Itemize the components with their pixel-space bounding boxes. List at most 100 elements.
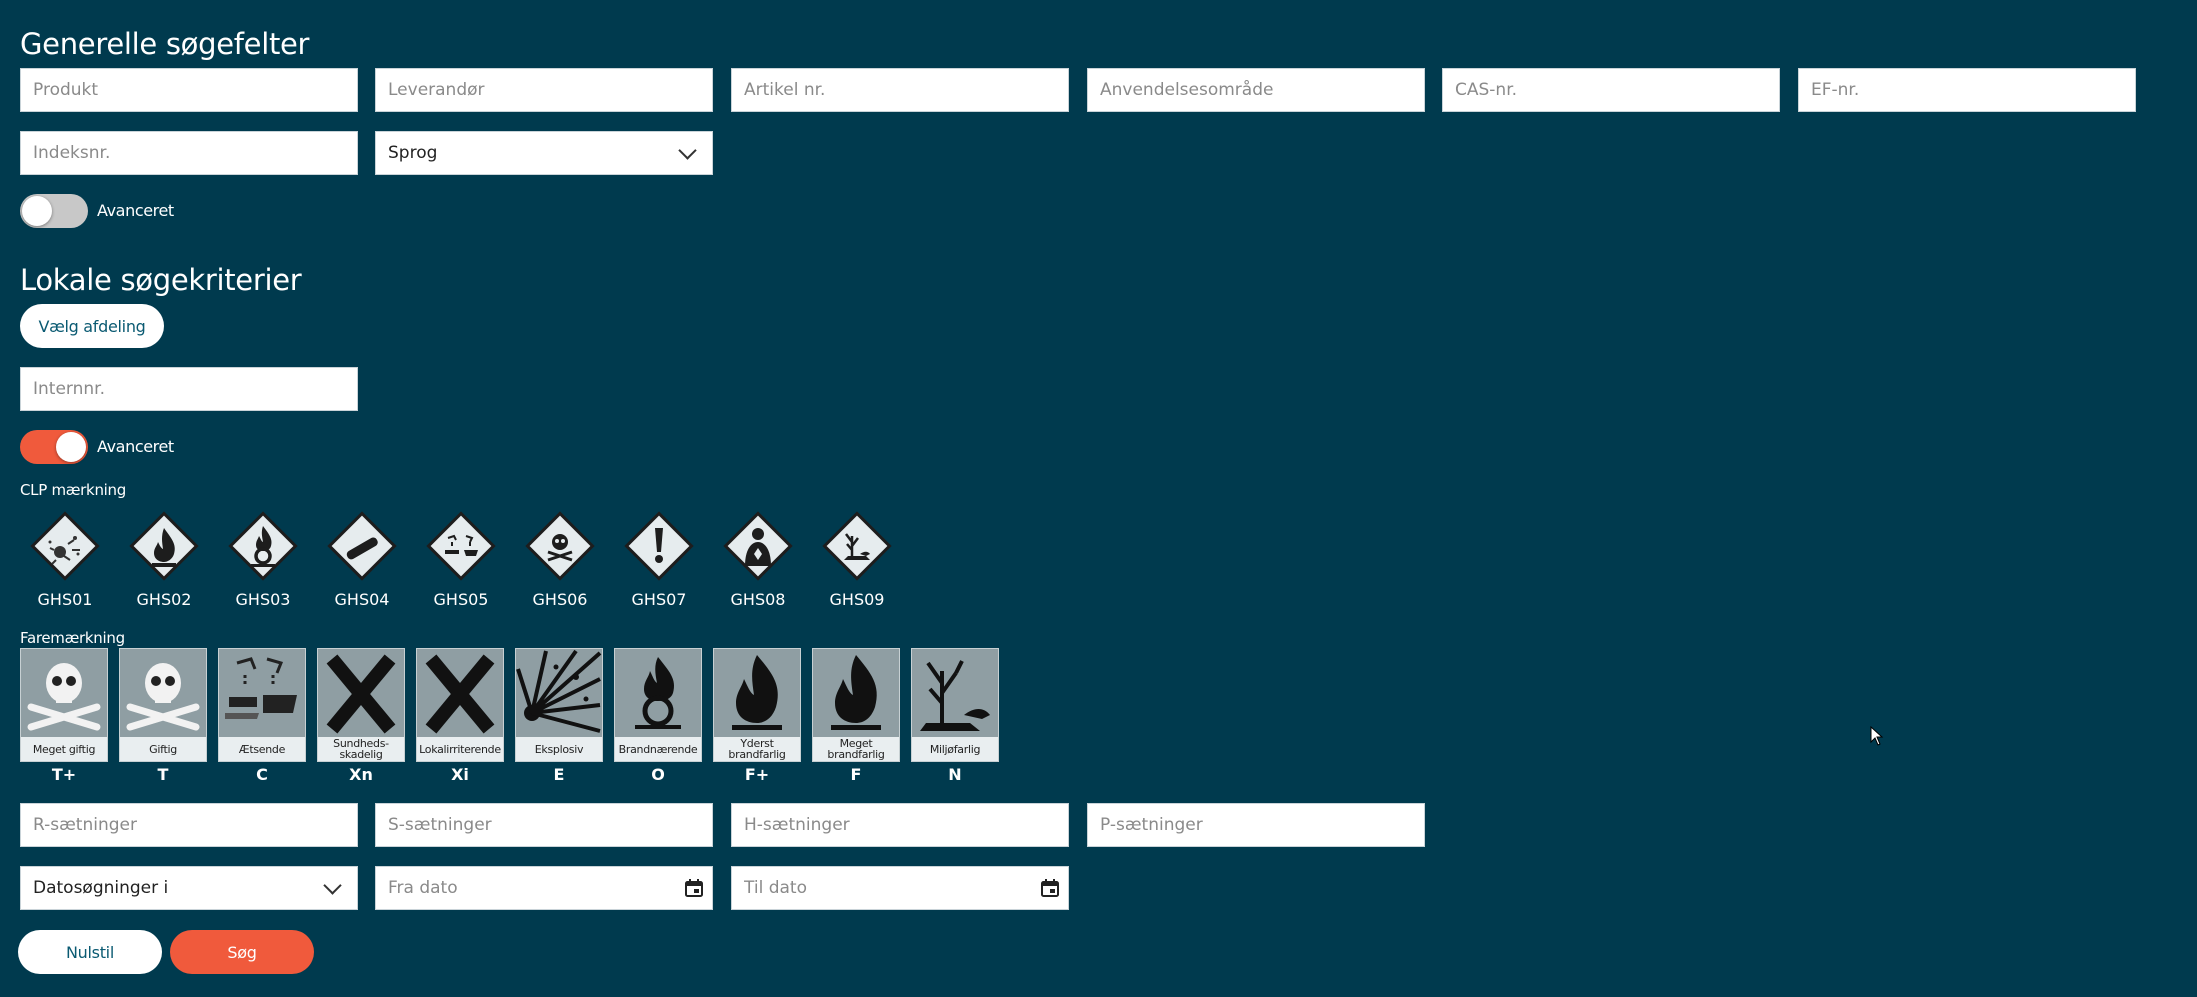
ghs03-pictogram[interactable]: GHS03 — [218, 504, 308, 614]
internal-no-input[interactable] — [21, 368, 357, 410]
r-sentences-input[interactable] — [21, 804, 357, 846]
hazard-symbol-c[interactable]: Ætsende C — [218, 648, 306, 784]
calendar-icon[interactable] — [1040, 878, 1060, 898]
language-select-value: Sprog — [388, 143, 438, 163]
ef-no-field[interactable] — [1798, 68, 2136, 112]
hazard-symbol-t[interactable]: Giftig T — [119, 648, 207, 784]
cas-no-input[interactable] — [1443, 69, 1779, 111]
hazard-code: E — [553, 765, 565, 784]
hazard-label-text: Yderst brandfarlig — [714, 737, 800, 761]
p-sentences-input[interactable] — [1088, 804, 1424, 846]
search-button[interactable]: Søg — [170, 930, 314, 974]
flame-over-circle-icon — [635, 657, 681, 729]
hazard-code: Xn — [349, 765, 373, 784]
flame-over-circle-icon — [228, 511, 298, 581]
from-date-field[interactable] — [375, 866, 713, 910]
usage-area-field[interactable] — [1087, 68, 1425, 112]
ghs04-pictogram[interactable]: GHS04 — [317, 504, 407, 614]
toggle-knob — [56, 432, 86, 462]
ghs-code: GHS08 — [730, 590, 786, 609]
calendar-icon[interactable] — [684, 878, 704, 898]
supplier-input[interactable] — [376, 69, 712, 111]
hazard-code: C — [256, 765, 268, 784]
to-date-field[interactable] — [731, 866, 1069, 910]
p-sentences-field[interactable] — [1087, 803, 1425, 847]
supplier-field[interactable] — [375, 68, 713, 112]
hazard-symbol-tplus[interactable]: Meget giftig T+ — [20, 648, 108, 784]
skull-icon — [126, 663, 200, 731]
ghs02-pictogram[interactable]: GHS02 — [119, 504, 209, 614]
s-sentences-field[interactable] — [375, 803, 713, 847]
hazard-symbol-xi[interactable]: Lokalirriterende Xi — [416, 648, 504, 784]
hazard-label-text: Lokalirriterende — [417, 737, 503, 761]
chevron-down-icon — [678, 140, 697, 160]
to-date-input[interactable] — [732, 867, 1068, 909]
ghs01-pictogram[interactable]: GHS01 — [20, 504, 110, 614]
advanced-label-general: Avanceret — [97, 201, 174, 220]
reset-button[interactable]: Nulstil — [18, 930, 162, 974]
ghs-code: GHS07 — [631, 590, 687, 609]
chevron-down-icon — [323, 875, 342, 895]
hazard-code: N — [948, 765, 962, 784]
ghs05-pictogram[interactable]: GHS05 — [416, 504, 506, 614]
index-no-input[interactable] — [21, 132, 357, 174]
clp-label: CLP mærkning — [20, 481, 126, 499]
advanced-toggle-general[interactable] — [20, 194, 88, 228]
hazard-symbol-xn[interactable]: Sundheds-skadelig Xn — [317, 648, 405, 784]
product-field[interactable] — [20, 68, 358, 112]
hazard-symbol-n[interactable]: Miljøfarlig N — [911, 648, 999, 784]
hazard-code: F+ — [744, 765, 770, 784]
date-search-value: Datosøgninger i — [33, 878, 169, 898]
language-select[interactable]: Sprog — [375, 131, 713, 175]
date-search-select[interactable]: Datosøgninger i — [20, 866, 358, 910]
article-no-input[interactable] — [732, 69, 1068, 111]
from-date-input[interactable] — [376, 867, 712, 909]
skull-icon — [27, 663, 101, 731]
article-no-field[interactable] — [731, 68, 1069, 112]
hazard-symbol-e[interactable]: Eksplosiv E — [515, 648, 603, 784]
hazard-code: T+ — [51, 765, 77, 784]
internal-no-field[interactable] — [20, 367, 358, 411]
hazard-symbol-fplus[interactable]: Yderst brandfarlig F+ — [713, 648, 801, 784]
product-input[interactable] — [21, 69, 357, 111]
ghs09-pictogram[interactable]: GHS09 — [812, 504, 902, 614]
choose-department-button[interactable]: Vælg afdeling — [20, 304, 164, 348]
h-sentences-field[interactable] — [731, 803, 1069, 847]
cas-no-field[interactable] — [1442, 68, 1780, 112]
usage-area-input[interactable] — [1088, 69, 1424, 111]
cross-icon — [425, 654, 495, 734]
hazard-symbol-o[interactable]: Brandnærende O — [614, 648, 702, 784]
toggle-knob — [22, 196, 52, 226]
hazard-label-text: Brandnærende — [615, 737, 701, 761]
hazard-label-text: Eksplosiv — [516, 737, 602, 761]
h-sentences-input[interactable] — [732, 804, 1068, 846]
hazard-label-text: Meget brandfarlig — [813, 737, 899, 761]
ghs-code: GHS04 — [334, 590, 390, 609]
ghs06-pictogram[interactable]: GHS06 — [515, 504, 605, 614]
advanced-toggle-local[interactable] — [20, 430, 88, 464]
ef-no-input[interactable] — [1799, 69, 2135, 111]
index-no-field[interactable] — [20, 131, 358, 175]
ghs07-pictogram[interactable]: GHS07 — [614, 504, 704, 614]
cross-icon — [326, 654, 396, 734]
ghs08-pictogram[interactable]: GHS08 — [713, 504, 803, 614]
mouse-cursor-icon — [1870, 726, 1884, 746]
ghs-code: GHS05 — [433, 590, 489, 609]
gas-cylinder-icon — [327, 511, 397, 581]
health-hazard-icon — [723, 511, 793, 581]
ghs-code: GHS01 — [37, 590, 93, 609]
exploding-bomb-icon — [30, 511, 100, 581]
r-sentences-field[interactable] — [20, 803, 358, 847]
hazard-symbol-f[interactable]: Meget brandfarlig F — [812, 648, 900, 784]
corrosion-icon — [426, 511, 496, 581]
flame-icon — [129, 511, 199, 581]
ghs-code: GHS09 — [829, 590, 885, 609]
s-sentences-input[interactable] — [376, 804, 712, 846]
corrosive-icon — [225, 657, 297, 719]
explosion-icon — [516, 649, 602, 733]
hazard-code: T — [157, 765, 169, 784]
local-title: Lokale søgekriterier — [20, 263, 302, 297]
advanced-label-local: Avanceret — [97, 437, 174, 456]
hazard-code: Xi — [451, 765, 469, 784]
skull-crossbones-icon — [525, 511, 595, 581]
